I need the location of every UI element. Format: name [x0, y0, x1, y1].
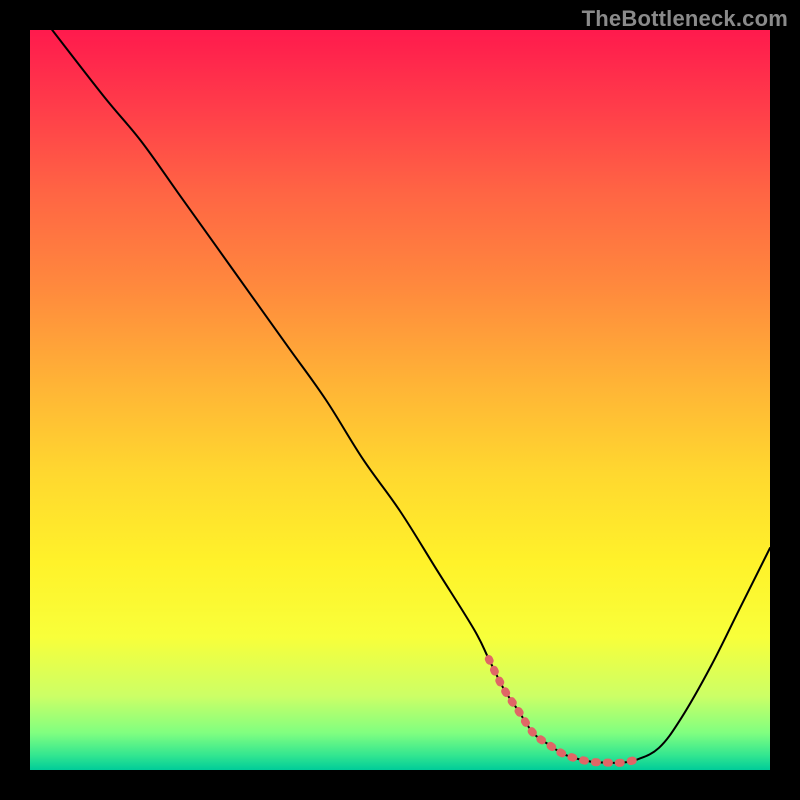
plot-area — [30, 30, 770, 770]
chart-svg — [30, 30, 770, 770]
watermark-text: TheBottleneck.com — [582, 6, 788, 32]
chart-frame: TheBottleneck.com — [0, 0, 800, 800]
